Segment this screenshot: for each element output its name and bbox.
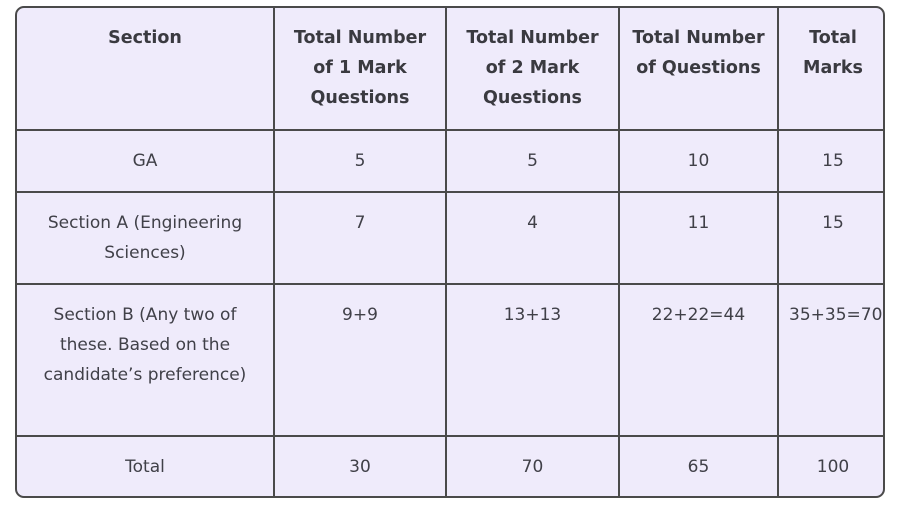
cell-one-mark: 5: [273, 129, 447, 193]
cell-one-mark: 30: [273, 435, 447, 496]
table-row-total: Total 30 70 65 100: [17, 435, 883, 496]
cell-total-questions: 11: [618, 191, 779, 285]
cell-two-mark: 4: [445, 191, 620, 285]
cell-total-marks: 100: [777, 435, 883, 496]
header-two-mark-questions: Total Number of 2 Mark Questions: [445, 8, 620, 131]
header-total-questions: Total Number of Questions: [618, 8, 779, 131]
header-total-marks: Total Marks: [777, 8, 883, 131]
cell-total-marks: 15: [777, 191, 883, 285]
cell-total-questions: 10: [618, 129, 779, 193]
cell-total-questions: 22+22=44: [618, 283, 779, 437]
header-one-mark-questions: Total Number of 1 Mark Questions: [273, 8, 447, 131]
cell-one-mark: 7: [273, 191, 447, 285]
exam-pattern-table-container: Section Total Number of 1 Mark Questions…: [15, 6, 885, 498]
exam-pattern-table: Section Total Number of 1 Mark Questions…: [17, 8, 883, 496]
cell-section: GA: [17, 129, 275, 193]
header-section: Section: [17, 8, 275, 131]
table-row: GA 5 5 10 15: [17, 129, 883, 193]
cell-two-mark: 70: [445, 435, 620, 496]
cell-two-mark: 13+13: [445, 283, 620, 437]
cell-one-mark: 9+9: [273, 283, 447, 437]
cell-two-mark: 5: [445, 129, 620, 193]
table-row: Section A (Engineering Sciences) 7 4 11 …: [17, 191, 883, 285]
cell-section: Total: [17, 435, 275, 496]
table-header-row: Section Total Number of 1 Mark Questions…: [17, 8, 883, 131]
cell-total-marks: 35+35=70: [777, 283, 883, 437]
cell-section: Section A (Engineering Sciences): [17, 191, 275, 285]
cell-total-questions: 65: [618, 435, 779, 496]
cell-total-marks: 15: [777, 129, 883, 193]
cell-section: Section B (Any two of these. Based on th…: [17, 283, 275, 437]
table-row: Section B (Any two of these. Based on th…: [17, 283, 883, 437]
